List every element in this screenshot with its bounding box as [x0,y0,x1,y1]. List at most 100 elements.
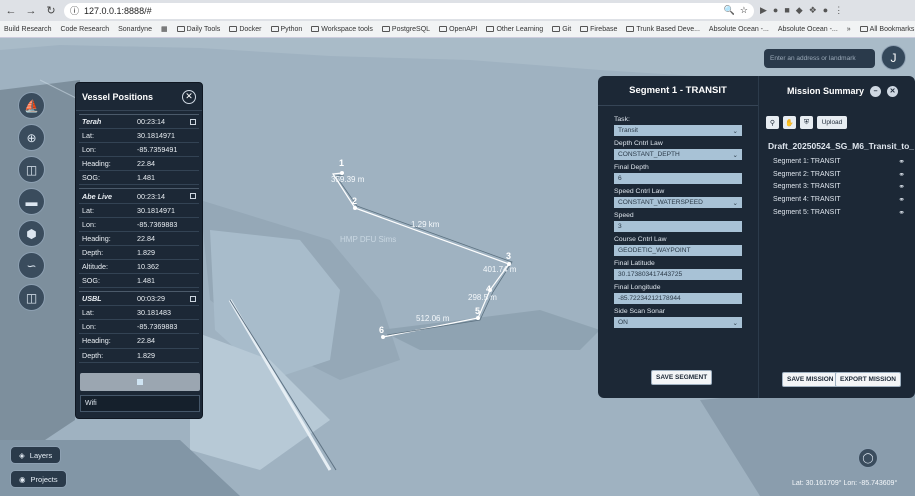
bookmark-folder[interactable]: Firebase [580,26,617,33]
link-icon[interactable]: ⚭ [898,157,905,166]
upload-button[interactable]: Upload [817,116,847,129]
globe-button[interactable]: ◯ [858,448,878,468]
profile-icon[interactable]: ● [823,5,828,16]
waypoint-marker[interactable] [353,206,357,210]
reload-icon[interactable]: ↻ [44,4,58,18]
segment-title: Segment 1 - TRANSIT [598,76,758,106]
bookmark-folder[interactable]: Docker [229,26,262,33]
zoom-in-icon: ⊕ [26,130,37,145]
segment-list-item[interactable]: Segment 5: TRANSIT ⚭ [759,206,915,219]
vessel-time: 00:03:29 [137,294,165,304]
bookmark-folder[interactable]: Daily Tools [176,26,220,33]
extension-icon[interactable]: ◆ [796,5,803,16]
task-select[interactable]: Transit ⌄ [614,125,742,136]
speed-field: Speed 3 [598,212,758,232]
speed-input[interactable]: 3 [614,221,742,232]
bookmark[interactable]: Code Research [60,26,109,33]
waypoint-marker[interactable] [381,335,385,339]
waypoint-marker[interactable] [476,316,480,320]
course-law-input[interactable]: GEODETIC_WAYPOINT [614,245,742,256]
chevron-down-icon: ⌄ [732,128,738,135]
shield-icon[interactable]: ⛨ [800,116,813,129]
hand-icon[interactable]: ✋ [783,116,796,129]
export-mission-button[interactable]: EXPORT MISSION [835,372,901,387]
chevron-down-icon: ⌄ [732,152,738,159]
extension-icon[interactable]: ▶ [760,5,767,16]
depth-law-select[interactable]: CONSTANT_DEPTH ⌄ [614,149,742,160]
all-bookmarks[interactable]: All Bookmarks [859,26,914,33]
save-segment-button[interactable]: SAVE SEGMENT [651,370,713,385]
link-icon[interactable]: ⚭ [898,170,905,179]
bookmark-folder[interactable]: OpenAPI [439,26,477,33]
shapes-tool-button[interactable]: ◫ [18,156,45,183]
bookmark-folder[interactable]: PostgreSQL [381,26,430,33]
bookmark-folder[interactable]: Other Learning [486,26,543,33]
save-mission-button[interactable]: SAVE MISSION [782,372,839,387]
bookmark-folder[interactable]: Git [552,26,571,33]
chart-tool-button[interactable]: ∽ [18,252,45,279]
bookmark-folder[interactable]: Trunk Based Deve... [626,26,700,33]
zoom-tool-button[interactable]: ⊕ [18,124,45,151]
distance-label: 359.39 m [331,175,365,184]
vessel-checkbox[interactable] [190,193,196,200]
pin-icon[interactable]: ⚲ [766,116,779,129]
minimize-icon[interactable]: – [870,85,882,97]
apps-icon[interactable]: ▦ [161,25,168,33]
extension-icon[interactable]: ■ [784,5,789,16]
place-label: HMP DFU Sims [340,235,396,244]
segment-list-item[interactable]: Segment 4: TRANSIT ⚭ [759,193,915,206]
wifi-field[interactable]: Wifi [80,395,200,412]
vessel-card: USBL 00:03:29 Lat: 30.181483 Lon: -85.73698… [79,291,199,363]
close-icon[interactable]: ✕ [182,89,196,104]
bookmarks-overflow-icon[interactable]: » [847,26,851,33]
link-icon[interactable]: ⚭ [898,208,905,217]
bookmark-folder[interactable]: Python [270,26,302,33]
segment-list-item[interactable]: Segment 1: TRANSIT ⚭ [759,155,915,168]
avatar[interactable]: J [881,45,906,70]
compare-tool-button[interactable]: ◫ [18,284,45,311]
waypoint-label: 1 [339,158,344,168]
address-bar[interactable]: ⓘ 127.0.0.1:8888/# 🔍 ☆ [64,2,754,19]
vessel-checkbox[interactable] [190,118,196,125]
close-icon[interactable]: ✕ [887,85,899,97]
chart-icon: ∽ [26,258,37,273]
folder-icon [176,26,185,32]
vessel-action-button[interactable] [80,373,200,391]
layers-icon: ◈ [19,450,25,460]
ruler-tool-button[interactable]: ▬ [18,188,45,215]
bookmark[interactable]: Build Research [4,26,51,33]
link-icon[interactable]: ⚭ [898,182,905,191]
segment-list-item[interactable]: Segment 2: TRANSIT ⚭ [759,168,915,181]
zoom-icon[interactable]: 🔍 [724,5,735,16]
side-scan-select[interactable]: ON ⌄ [614,317,742,328]
star-icon[interactable]: ☆ [740,5,748,16]
back-icon[interactable]: ← [4,4,18,18]
layers3d-tool-button[interactable]: ⬢ [18,220,45,247]
final-depth-input[interactable]: 6 [614,173,742,184]
segment-list-item[interactable]: Segment 3: TRANSIT ⚭ [759,181,915,194]
distance-label: 401.74 m [483,265,517,274]
final-latitude-input[interactable]: 30.173803417443725 [614,269,742,280]
speed-law-select[interactable]: CONSTANT_WATERSPEED ⌄ [614,197,742,208]
vessel-checkbox[interactable] [190,295,196,302]
ship-tool-button[interactable]: ⛵ [18,92,45,119]
chevron-down-icon: ⌄ [732,320,738,327]
projects-button[interactable]: ◉ Projects [10,470,67,488]
bookmark[interactable]: Absolute Ocean -... [778,26,838,33]
course-law-field: Course Cntrl Law GEODETIC_WAYPOINT [598,236,758,256]
final-longitude-input[interactable]: -85.72234212178944 [614,293,742,304]
bookmark-folder[interactable]: Workspace tools [311,26,373,33]
browser-toolbar: ← → ↻ ⓘ 127.0.0.1:8888/# 🔍 ☆ ▶ ● ■ ◆ ❖ ●… [0,0,915,21]
menu-icon[interactable]: ⋮ [834,5,843,16]
waypoint-label: 3 [506,251,511,261]
bookmark[interactable]: Absolute Ocean -... [709,26,769,33]
address-search-input[interactable]: Enter an address or landmark [764,49,875,68]
bookmark[interactable]: Sonardyne [118,26,152,33]
link-icon[interactable]: ⚭ [898,195,905,204]
puzzle-icon[interactable]: ❖ [809,5,817,16]
layers-button[interactable]: ◈ Layers [10,446,62,464]
folder-icon [552,26,561,32]
folder-icon [381,26,390,32]
extension-icon[interactable]: ● [773,5,778,16]
forward-icon[interactable]: → [24,4,38,18]
